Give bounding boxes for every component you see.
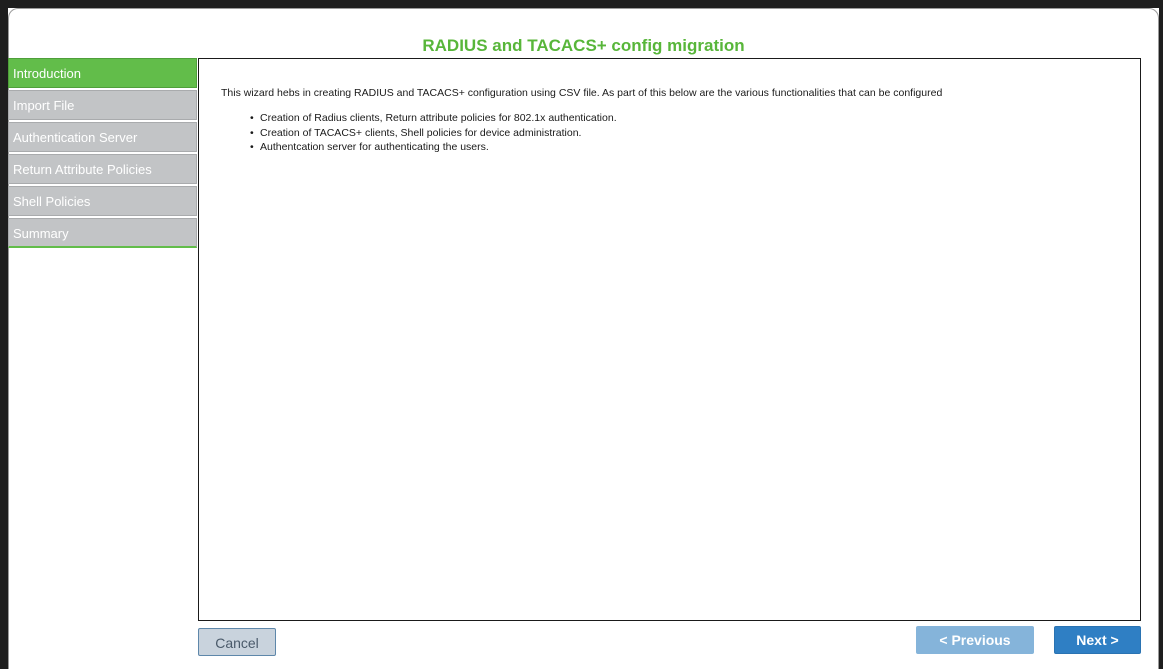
cancel-button[interactable]: Cancel <box>198 628 276 656</box>
wizard-steps-sidebar: Introduction Import File Authentication … <box>8 58 197 250</box>
sidebar-item-return-attribute-policies[interactable]: Return Attribute Policies <box>8 154 197 184</box>
sidebar-item-label: Import File <box>13 98 75 113</box>
sidebar-item-import-file[interactable]: Import File <box>8 90 197 120</box>
intro-text: This wizard hebs in creating RADIUS and … <box>221 87 943 99</box>
sidebar-item-label: Return Attribute Policies <box>13 162 152 177</box>
wizard-content-panel: This wizard hebs in creating RADIUS and … <box>198 58 1141 621</box>
dialog-title: RADIUS and TACACS+ config migration <box>422 36 745 55</box>
feature-list-item: Creation of Radius clients, Return attri… <box>250 111 1140 126</box>
sidebar-item-shell-policies[interactable]: Shell Policies <box>8 186 197 216</box>
sidebar-item-label: Introduction <box>13 66 81 81</box>
sidebar-item-summary[interactable]: Summary <box>8 218 197 248</box>
feature-list-item: Authentcation server for authenticating … <box>250 140 1140 155</box>
sidebar-item-label: Shell Policies <box>13 194 91 209</box>
sidebar-item-label: Authentication Server <box>13 130 138 145</box>
window-frame-left <box>0 0 8 669</box>
sidebar-item-authentication-server[interactable]: Authentication Server <box>8 122 197 152</box>
feature-list: Creation of Radius clients, Return attri… <box>250 111 1140 155</box>
window-frame-right <box>1159 0 1163 669</box>
next-button[interactable]: Next > <box>1054 626 1141 654</box>
window-frame-top <box>0 0 1163 8</box>
previous-button[interactable]: < Previous <box>916 626 1034 654</box>
sidebar-item-introduction[interactable]: Introduction <box>8 58 197 88</box>
feature-list-item: Creation of TACACS+ clients, Shell polic… <box>250 126 1140 141</box>
sidebar-item-label: Summary <box>13 226 69 241</box>
